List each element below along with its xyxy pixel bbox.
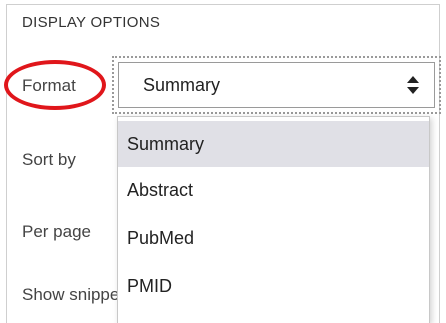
highlight-ring [4,60,106,110]
sort-by-label: Sort by [22,150,76,169]
format-dropdown-list: Summary Abstract PubMed PMID [117,116,430,323]
format-option-pmid[interactable]: PMID [118,263,429,309]
sort-arrows-icon [406,74,420,96]
format-option-abstract[interactable]: Abstract [118,167,429,213]
format-option-summary[interactable]: Summary [118,121,429,167]
show-snippets-label: Show snippets [22,285,118,304]
section-heading: DISPLAY OPTIONS [22,14,161,31]
format-select[interactable]: Summary [118,62,435,108]
format-select-value: Summary [143,75,221,95]
per-page-label: Per page [22,222,91,241]
format-option-pubmed[interactable]: PubMed [118,215,429,261]
display-options-page: DISPLAY OPTIONS Format Sort by Per page … [0,0,446,323]
